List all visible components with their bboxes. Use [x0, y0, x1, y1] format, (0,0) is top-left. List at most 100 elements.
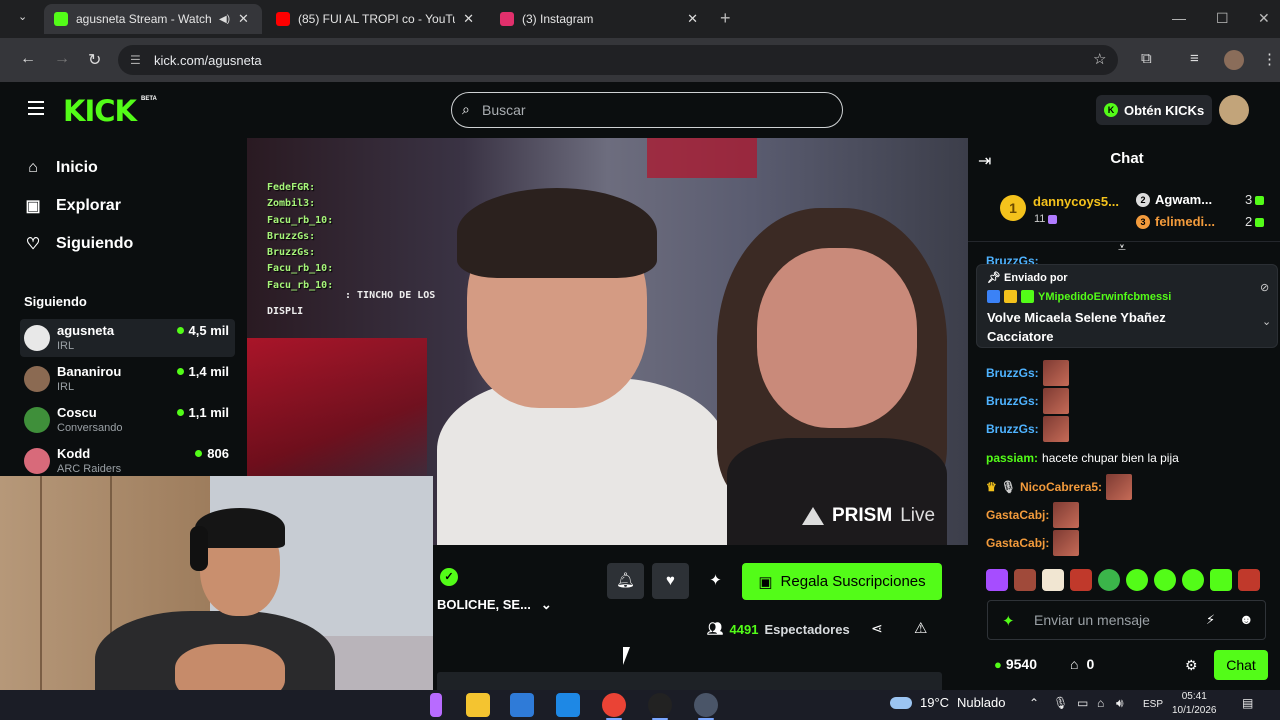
close-tab-icon[interactable]: ✕ [238, 11, 249, 27]
emote[interactable] [1182, 569, 1204, 591]
emote[interactable] [986, 569, 1008, 591]
browser-menu-icon[interactable]: ⋮ [1262, 50, 1277, 68]
get-kicks-button[interactable]: K Obtén KICKs [1096, 95, 1212, 125]
outlook-icon[interactable] [556, 693, 580, 717]
bookmark-star-icon[interactable]: ☆ [1093, 50, 1106, 68]
emote[interactable] [1154, 569, 1176, 591]
gifter-2[interactable]: 2 Agwam... [1136, 192, 1212, 207]
stream-title[interactable]: BOLICHE, SE... ⌄ [437, 597, 552, 613]
menu-icon[interactable] [28, 101, 44, 119]
rank-1-badge: 1 [1000, 195, 1026, 221]
tab-instagram[interactable]: (3) Instagram ✕ [490, 4, 708, 34]
live-dot-icon [176, 409, 184, 416]
emote[interactable] [1238, 569, 1260, 591]
tab-youtube[interactable]: (85) FUI AL TROPI co - YouTube ✕ [266, 4, 484, 34]
emote[interactable] [1070, 569, 1092, 591]
reload-icon[interactable]: ↻ [88, 50, 101, 70]
report-warning-icon[interactable]: ⚠ [914, 619, 927, 637]
gear-icon[interactable]: ⚙ [1185, 657, 1198, 674]
tab-kick[interactable]: agusneta Stream - Watch Li ◀) ✕ [44, 4, 262, 34]
close-window-icon[interactable]: ✕ [1258, 10, 1270, 27]
profile-avatar[interactable] [1224, 50, 1244, 70]
language-indicator[interactable]: ESP [1143, 699, 1163, 710]
following-channel-coscu[interactable]: Coscu Conversando 1,1 mil [20, 401, 235, 439]
nav-explore[interactable]: ▣ Explorar [24, 196, 120, 216]
network-icon[interactable]: ⌂ [1097, 696, 1104, 710]
microphone-icon[interactable]: 🎙︎ [1053, 696, 1068, 710]
emote [1042, 388, 1069, 414]
nav-following[interactable]: ♡ Siguiendo [24, 234, 134, 254]
notifications-button[interactable]: 🔔︎ [607, 563, 644, 599]
chat-user[interactable]: BruzzGs: [986, 366, 1039, 380]
minimize-icon[interactable]: — [1172, 10, 1186, 26]
speaker-icon[interactable]: ◀) [219, 14, 230, 25]
gifter-name[interactable]: dannycoys5... [1033, 194, 1119, 209]
chrome-icon[interactable] [602, 693, 626, 720]
file-explorer-icon[interactable] [466, 693, 490, 717]
app-icon[interactable] [430, 693, 442, 717]
overlay-chat-user: Facu_rb_10: [267, 214, 334, 226]
weather-widget[interactable]: 19°C Nublado [890, 695, 1005, 710]
chat-send-button[interactable]: Chat [1214, 650, 1268, 680]
chevron-down-icon[interactable]: ⌄ [1262, 315, 1271, 328]
emote[interactable] [1098, 569, 1120, 591]
channel-points[interactable]: ● 9540 [994, 656, 1037, 672]
gift-subs-button[interactable]: ▣ Regala Suscripciones [742, 563, 942, 600]
emote[interactable] [1126, 569, 1148, 591]
kick-logo[interactable]: KICK [63, 94, 137, 128]
pinned-user[interactable]: YMipedidoErwinfcbmessi [987, 290, 1171, 303]
following-channel-bananirou[interactable]: Bananirou IRL 1,4 mil [20, 360, 235, 398]
chat-user[interactable]: passiam: [986, 451, 1038, 465]
gifter-3[interactable]: 3 felimedi... [1136, 214, 1215, 229]
close-tab-icon[interactable]: ✕ [463, 11, 474, 27]
chat-user[interactable]: BruzzGs: [986, 422, 1039, 436]
url-field[interactable]: ☰ kick.com/agusneta [118, 45, 1118, 75]
quick-actions-icon[interactable]: ⚡︎ [1206, 612, 1215, 628]
search-input[interactable]: ⌕ Buscar [451, 92, 843, 128]
new-tab-icon[interactable]: + [720, 8, 731, 29]
battery-icon[interactable]: ▭ [1077, 696, 1088, 710]
extensions-icon[interactable]: ⧉ [1141, 50, 1152, 67]
tab-search-icon[interactable]: ⌄ [18, 10, 27, 23]
emoji-icon[interactable]: ☻ [1239, 611, 1254, 627]
emote[interactable] [1042, 569, 1064, 591]
emote[interactable] [1014, 569, 1036, 591]
chat-input[interactable]: ✦ Enviar un mensaje ⚡︎ ☻ [987, 600, 1266, 640]
scroll-to-bottom-icon[interactable]: ⩡ [1118, 239, 1126, 256]
chat-title: Chat [1110, 150, 1144, 167]
figure-hair [457, 188, 657, 278]
chat-user[interactable]: GastaCabj: [986, 508, 1049, 522]
media-control-icon[interactable]: ≡ [1190, 50, 1199, 67]
drops[interactable]: ⌂ 0 [1070, 656, 1094, 672]
maximize-icon[interactable]: ☐ [1216, 10, 1229, 27]
emote [1106, 474, 1133, 500]
chevron-up-icon[interactable]: ⌃ [1029, 696, 1039, 710]
emote[interactable] [1210, 569, 1232, 591]
volume-icon[interactable]: 🔊︎ [1116, 696, 1124, 711]
share-icon[interactable]: ⋖ [871, 620, 883, 637]
kick-favicon-icon [54, 12, 68, 26]
store-icon[interactable] [510, 693, 534, 717]
notification-icon[interactable]: ▤ [1242, 696, 1253, 710]
hide-pin-icon[interactable]: ⊘ [1260, 281, 1269, 294]
user-avatar[interactable] [1219, 95, 1249, 125]
following-channel-kodd[interactable]: Kodd ARC Raiders 806 [20, 442, 235, 480]
sparkle-icon[interactable]: ✦ [1002, 612, 1015, 630]
nav-home[interactable]: ⌂ Inicio [24, 159, 98, 177]
obs-icon[interactable] [648, 693, 672, 720]
site-info-icon[interactable]: ☰ [130, 53, 141, 67]
chevron-down-icon[interactable]: ⌄ [541, 597, 552, 613]
clock[interactable]: 05:41 10/1/2026 [1172, 690, 1217, 718]
chat-user[interactable]: GastaCabj: [986, 536, 1049, 550]
following-channel-agusneta[interactable]: agusneta IRL 4,5 mil [20, 319, 235, 357]
channel-viewers: 1,1 mil [176, 405, 229, 420]
forward-icon[interactable]: → [54, 50, 70, 68]
back-icon[interactable]: ← [20, 50, 36, 68]
close-tab-icon[interactable]: ✕ [687, 11, 698, 27]
effects-button[interactable]: ✦ [697, 563, 734, 599]
chat-user[interactable]: BruzzGs: [986, 394, 1039, 408]
follow-button[interactable]: ♥ [652, 563, 689, 599]
rank-badge: 2 [1136, 192, 1150, 207]
chat-user[interactable]: NicoCabrera5: [1020, 480, 1102, 494]
app-icon[interactable] [694, 693, 718, 720]
